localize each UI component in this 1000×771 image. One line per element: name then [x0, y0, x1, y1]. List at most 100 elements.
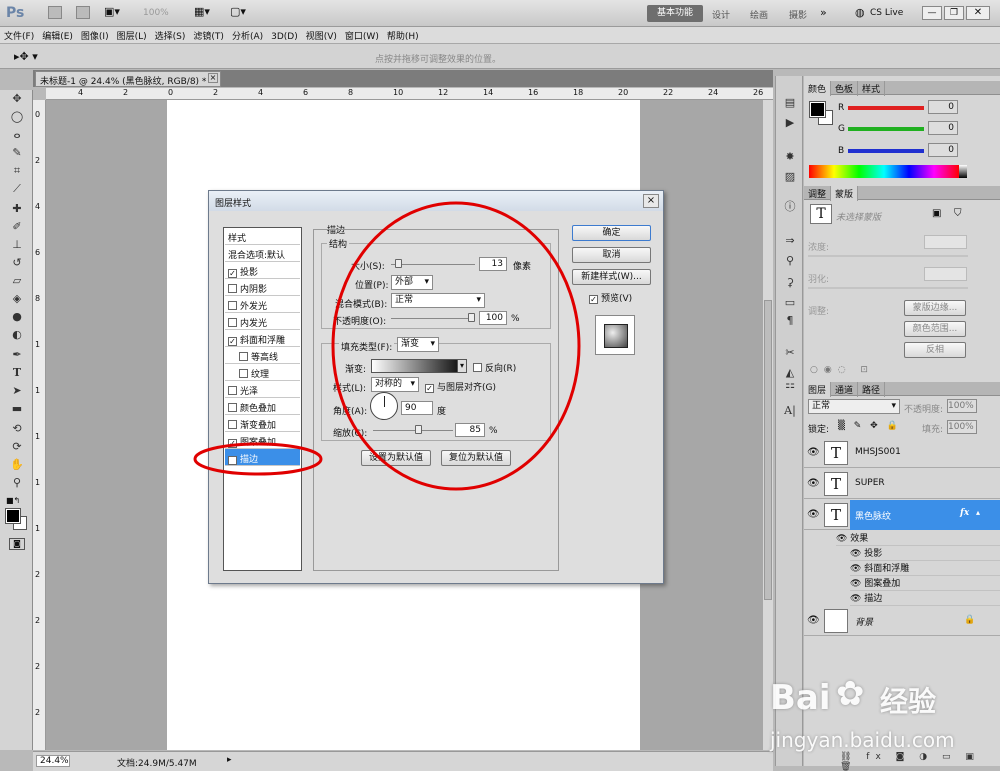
menu-view[interactable]: 视图(V): [302, 27, 341, 44]
menu-analysis[interactable]: 分析(A): [228, 27, 267, 44]
cslive-menu[interactable]: CS Live: [870, 8, 903, 18]
effect-eye-icon[interactable]: 👁: [850, 579, 864, 589]
size-input[interactable]: 13: [479, 257, 507, 271]
reverse-checkbox[interactable]: 反向(R): [473, 361, 516, 374]
style-item-checkbox[interactable]: [228, 403, 237, 412]
feather-slider[interactable]: [808, 287, 968, 289]
pen-tool-icon[interactable]: ✒: [8, 348, 26, 364]
lock-icons[interactable]: ▒ ✎ ✥ 🔒: [838, 421, 901, 431]
invert-button[interactable]: 反相: [904, 342, 966, 358]
swap-colors-icon[interactable]: ■↰: [6, 496, 20, 505]
status-menu-icon[interactable]: ▸: [227, 755, 232, 765]
history-panel-icon[interactable]: ▤: [781, 96, 799, 112]
align-checkbox-box[interactable]: ✓: [425, 384, 434, 393]
vector-mask-icon[interactable]: ⛉: [954, 208, 962, 219]
align-with-layer-checkbox[interactable]: ✓ 与图层对齐(G): [425, 380, 496, 393]
screen-mode-icon[interactable]: ▢▾: [230, 5, 246, 18]
restore-icon[interactable]: ❐: [944, 6, 964, 20]
animation-panel-icon[interactable]: ⚏: [781, 378, 799, 394]
more-workspaces-icon[interactable]: »: [820, 6, 827, 19]
layer-row-selected[interactable]: 👁 T 黑色脉纹 fx ▴: [804, 500, 1000, 530]
style-item-checkbox[interactable]: [228, 420, 237, 429]
menu-select[interactable]: 选择(S): [151, 27, 190, 44]
menu-file[interactable]: 文件(F): [0, 27, 38, 44]
path-selection-tool-icon[interactable]: ➤: [8, 384, 26, 400]
style-item[interactable]: 颜色叠加: [225, 398, 300, 415]
quick-mask-icon[interactable]: ◙: [9, 538, 25, 550]
cslive-icon[interactable]: ◍: [855, 6, 865, 19]
style-item[interactable]: 混合选项:默认: [225, 245, 300, 262]
set-as-default-button[interactable]: 设置为默认值: [361, 450, 431, 466]
foreground-color-swatch[interactable]: [6, 509, 20, 523]
info-panel-icon[interactable]: ⓘ: [781, 198, 799, 214]
pixel-mask-icon[interactable]: ▣: [932, 208, 941, 219]
color-range-button[interactable]: 颜色范围...: [904, 321, 966, 337]
opacity-slider-thumb[interactable]: [468, 313, 475, 322]
tab-layers[interactable]: 图层: [804, 382, 832, 397]
menu-layer[interactable]: 图层(L): [113, 27, 151, 44]
size-slider[interactable]: [391, 259, 475, 268]
color-spectrum-bar[interactable]: [809, 165, 959, 178]
tab-swatches[interactable]: 色板: [831, 81, 859, 96]
effect-row[interactable]: 👁 图案叠加: [850, 576, 1000, 591]
navigator-panel-icon[interactable]: ✸: [781, 150, 799, 166]
gradient-dropdown-icon[interactable]: ▾: [457, 359, 467, 373]
style-item[interactable]: ✓ 斜面和浮雕: [225, 330, 300, 347]
zoom-tool-icon[interactable]: ⚲: [8, 476, 26, 492]
effect-eye-icon[interactable]: 👁: [850, 564, 864, 574]
status-doc-size[interactable]: 文档:24.9M/5.47M: [117, 756, 197, 769]
density-slider[interactable]: [808, 255, 968, 257]
layer-fx-icon[interactable]: fx: [960, 508, 969, 518]
tools-panel-icon[interactable]: ✂: [781, 346, 799, 362]
color-channel-g-slider[interactable]: [848, 127, 924, 131]
layer-row[interactable]: 👁 T MHSJS001: [804, 438, 1000, 468]
scale-slider-thumb[interactable]: [415, 425, 422, 434]
shape-tool-icon[interactable]: ▬: [8, 402, 26, 418]
fill-type-select[interactable]: 渐变: [397, 337, 439, 352]
layer-visibility-icon[interactable]: 👁: [807, 447, 820, 458]
effect-eye-icon[interactable]: 👁: [850, 594, 864, 604]
brush-tool-icon[interactable]: ✐: [8, 220, 26, 236]
color-channel-b-slider[interactable]: [848, 149, 924, 153]
layer-blend-mode-select[interactable]: 正常: [808, 399, 900, 414]
effect-eye-icon[interactable]: 👁: [836, 534, 850, 544]
status-zoom[interactable]: 24.4%: [36, 755, 70, 767]
color-channel-b-value[interactable]: 0: [928, 143, 958, 157]
bridge-icon[interactable]: [48, 6, 62, 19]
color-channel-g-value[interactable]: 0: [928, 121, 958, 135]
arrange-documents-icon[interactable]: ▦▾: [194, 5, 210, 18]
dialog-titlebar[interactable]: 图层样式 ×: [209, 191, 663, 211]
workspace-painting[interactable]: 绘画: [750, 8, 768, 21]
layer-row[interactable]: 👁 T SUPER: [804, 469, 1000, 499]
reset-to-default-button[interactable]: 复位为默认值: [441, 450, 511, 466]
menu-help[interactable]: 帮助(H): [383, 27, 423, 44]
style-item-checkbox[interactable]: ✓: [228, 337, 237, 346]
eraser-tool-icon[interactable]: ▱: [8, 274, 26, 290]
scale-input[interactable]: 85: [455, 423, 485, 437]
crop-tool-icon[interactable]: ⌗: [8, 164, 26, 180]
dialog-close-icon[interactable]: ×: [643, 194, 659, 208]
color-channel-r-value[interactable]: 0: [928, 100, 958, 114]
history-brush-tool-icon[interactable]: ↺: [8, 256, 26, 272]
move-tool-preset-icon[interactable]: ▸✥ ▾: [14, 50, 38, 63]
effect-eye-icon[interactable]: 👁: [850, 549, 864, 559]
eyedropper-tool-icon[interactable]: ⟋: [8, 182, 26, 198]
style-item[interactable]: 外发光: [225, 296, 300, 313]
style-item[interactable]: ✓ 投影: [225, 262, 300, 279]
3d-rotate-tool-icon[interactable]: ⟲: [8, 422, 26, 438]
style-item-checkbox[interactable]: ✓: [228, 456, 237, 465]
tab-color[interactable]: 颜色: [804, 81, 832, 96]
gradient-style-select[interactable]: 对称的: [371, 377, 419, 392]
brushes-panel-icon[interactable]: ⇒: [781, 234, 799, 250]
tab-adjustments[interactable]: 调整: [804, 186, 832, 201]
tab-paths[interactable]: 路径: [858, 382, 886, 397]
workspace-essentials[interactable]: 基本功能: [647, 5, 703, 22]
size-slider-thumb[interactable]: [395, 259, 402, 268]
layer-visibility-icon[interactable]: 👁: [807, 615, 820, 626]
type-tool-icon[interactable]: T: [8, 366, 26, 382]
new-style-button[interactable]: 新建样式(W)...: [572, 269, 651, 285]
marquee-tool-icon[interactable]: ◯: [8, 110, 26, 126]
healing-brush-tool-icon[interactable]: ✚: [8, 202, 26, 218]
density-field[interactable]: [924, 235, 967, 249]
menu-3d[interactable]: 3D(D): [267, 30, 302, 44]
